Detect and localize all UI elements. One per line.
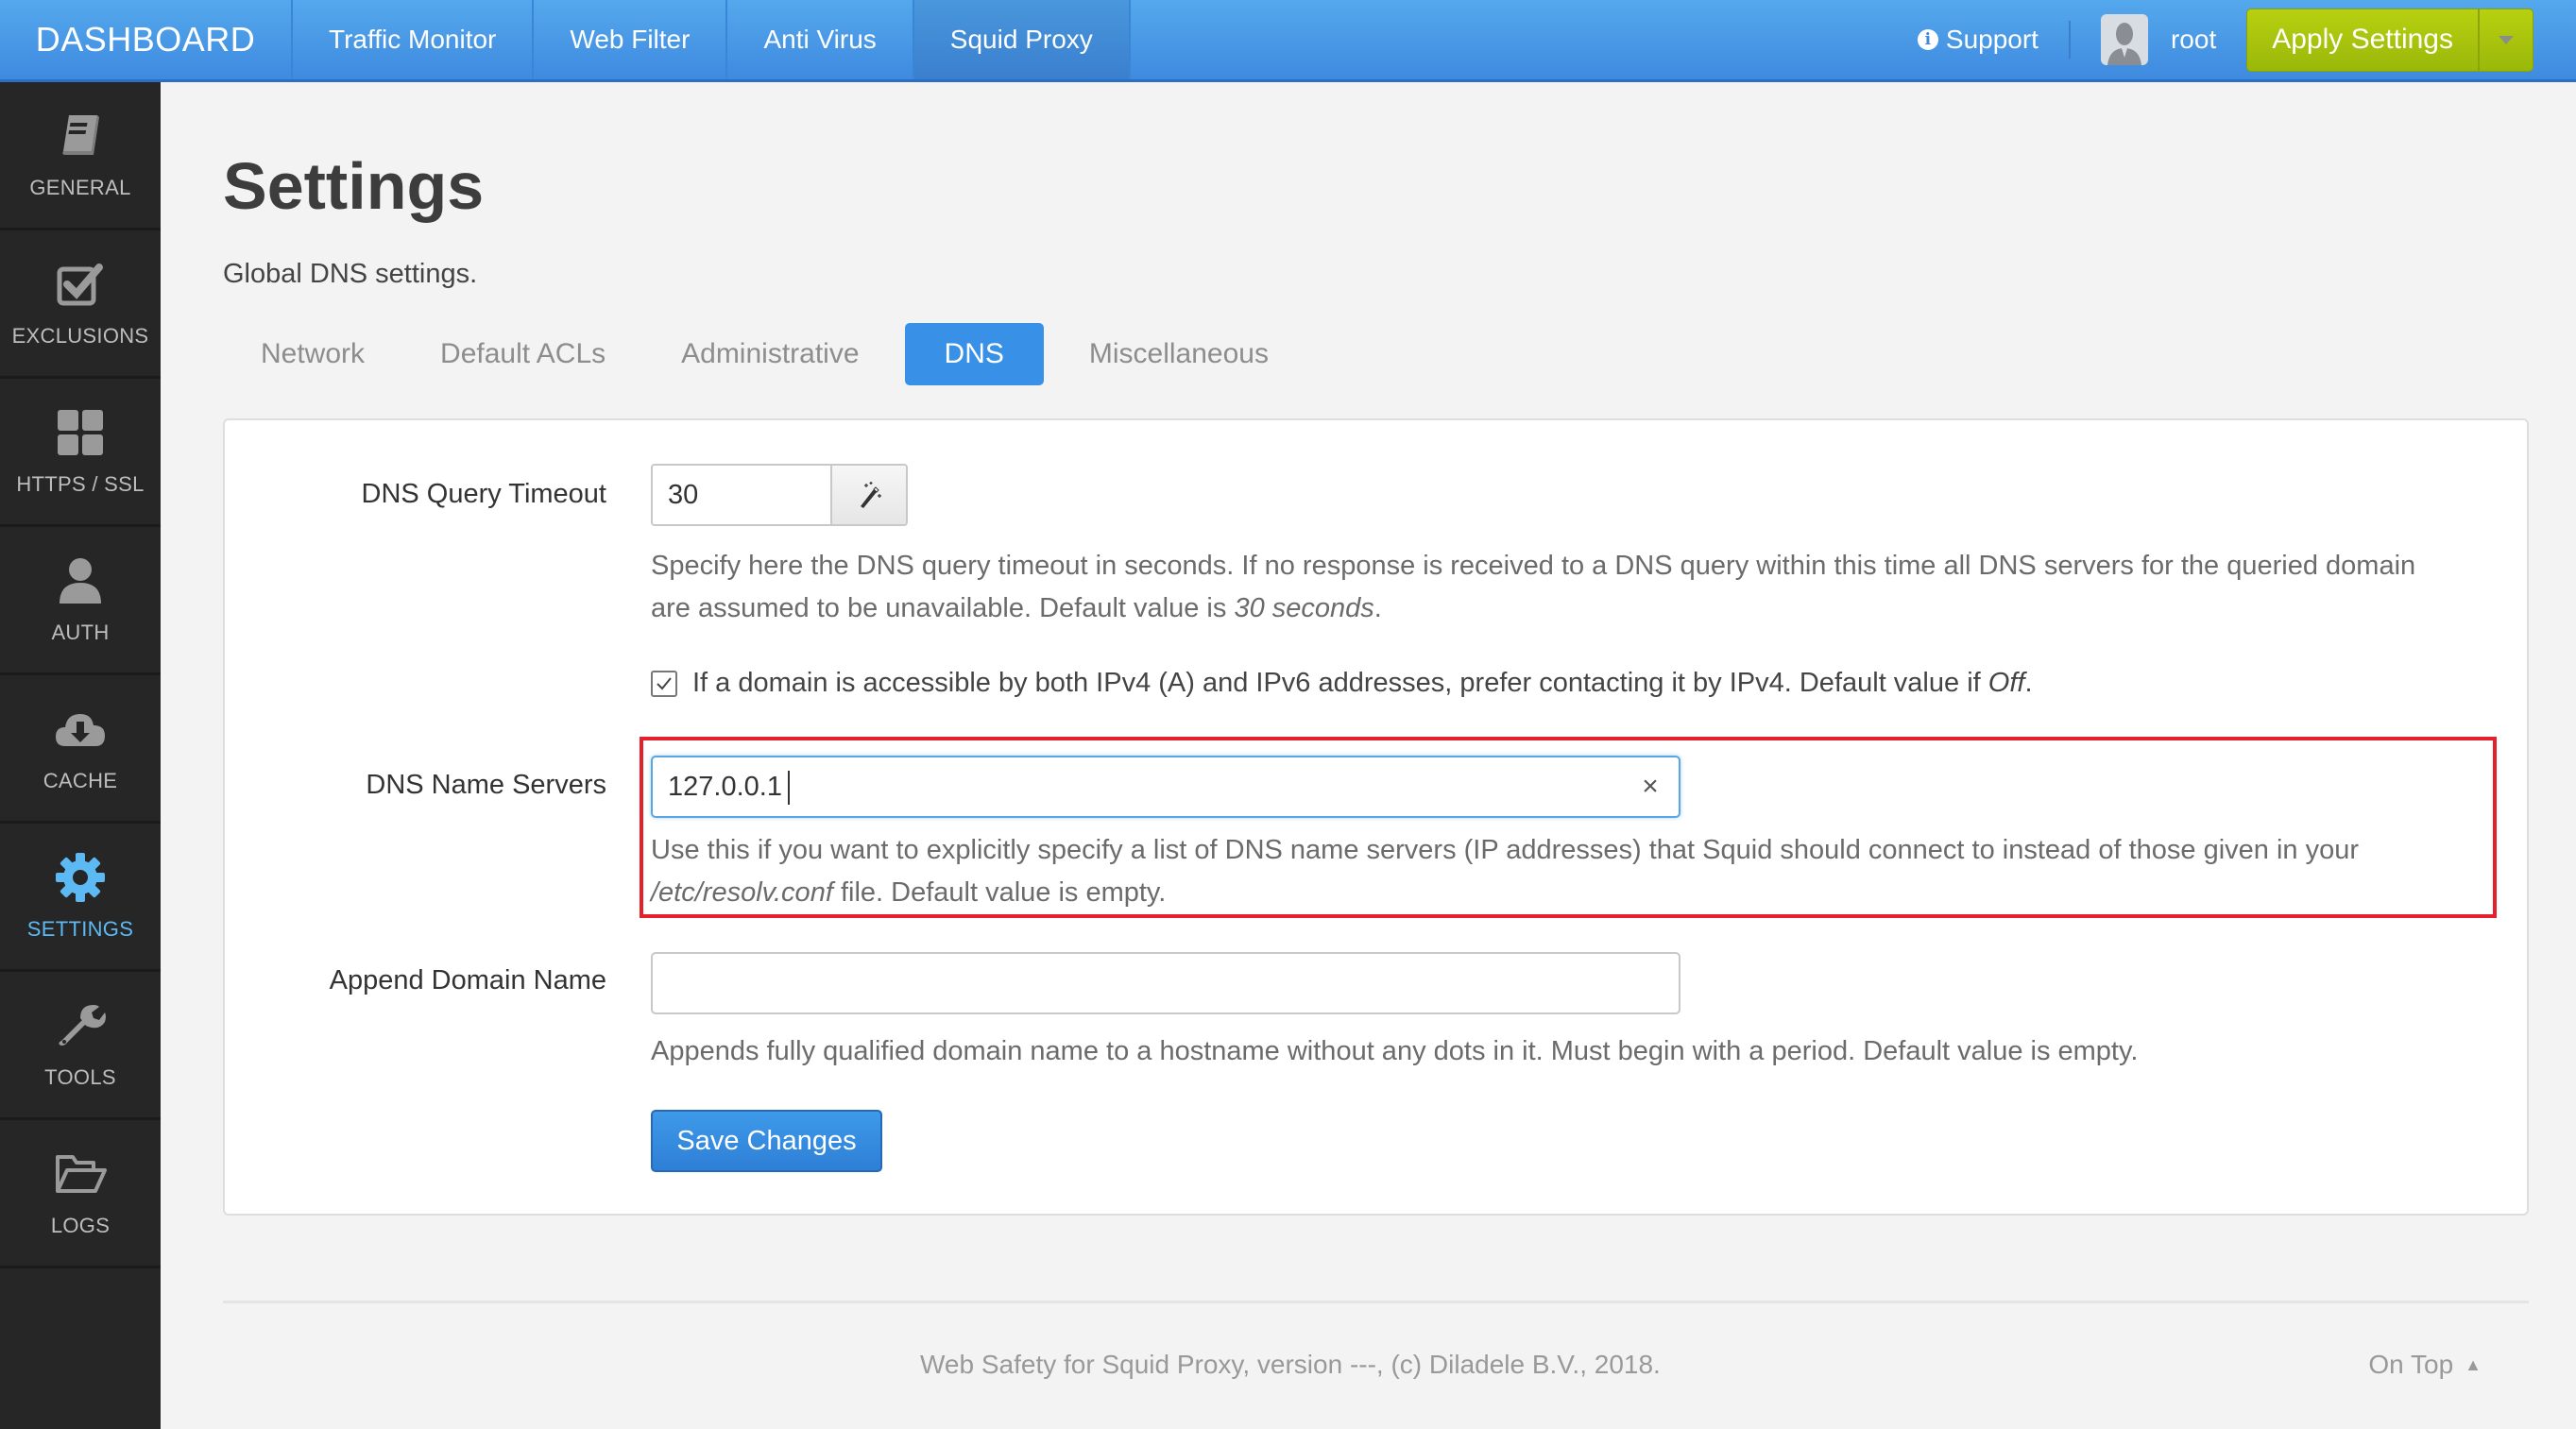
sidebar-label: GENERAL <box>29 176 131 199</box>
footer-divider <box>223 1301 2529 1303</box>
nav-web-filter[interactable]: Web Filter <box>534 0 728 79</box>
sidebar-label: AUTH <box>51 621 110 644</box>
sidebar-label: EXCLUSIONS <box>11 324 149 348</box>
check-icon <box>657 676 672 689</box>
apply-settings-button[interactable]: Apply Settings <box>2247 9 2478 71</box>
info-icon: i <box>1917 29 1938 50</box>
sidebar-label: HTTPS / SSL <box>16 472 145 496</box>
sidebar: GENERAL EXCLUSIONS HTTPS / SSL AUTH CACH… <box>0 82 161 1429</box>
support-link[interactable]: i Support <box>1917 25 2039 55</box>
dns-name-servers-label: DNS Name Servers <box>366 770 606 800</box>
tab-network[interactable]: Network <box>223 323 402 385</box>
page-title: Settings <box>223 149 485 223</box>
label-emphasis: Off <box>1987 668 2025 698</box>
nav-squid-proxy[interactable]: Squid Proxy <box>913 0 1131 79</box>
dns-query-timeout-group <box>651 464 908 526</box>
prefer-ipv4-checkbox[interactable] <box>651 670 677 697</box>
dns-name-servers-help: Use this if you want to explicitly speci… <box>651 829 2493 914</box>
page-subtitle: Global DNS settings. <box>223 259 478 289</box>
checkbox-icon <box>57 264 103 306</box>
book-icon <box>62 115 99 155</box>
label-text: If a domain is accessible by both IPv4 (… <box>692 668 1988 698</box>
dns-name-servers-input[interactable] <box>653 757 1622 816</box>
nav-traffic-monitor[interactable]: Traffic Monitor <box>293 0 535 79</box>
cloud-download-icon <box>56 714 105 746</box>
sidebar-item-settings[interactable]: SETTINGS <box>0 824 161 972</box>
prefer-ipv4-row: If a domain is accessible by both IPv4 (… <box>651 668 2033 699</box>
sidebar-item-cache[interactable]: CACHE <box>0 675 161 824</box>
tab-miscellaneous[interactable]: Miscellaneous <box>1051 323 1306 385</box>
help-emphasis: 30 seconds <box>1234 593 1374 623</box>
sidebar-label: CACHE <box>43 769 118 792</box>
reset-default-button[interactable] <box>830 466 906 524</box>
tab-administrative[interactable]: Administrative <box>643 323 896 385</box>
chevron-up-icon: ▲ <box>2465 1354 2482 1374</box>
save-changes-button[interactable]: Save Changes <box>651 1110 882 1172</box>
prefer-ipv4-label[interactable]: If a domain is accessible by both IPv4 (… <box>692 668 2033 699</box>
sidebar-label: LOGS <box>50 1214 111 1237</box>
on-top-label: On Top <box>2368 1350 2454 1379</box>
gear-icon <box>56 853 105 902</box>
user-icon <box>60 558 101 604</box>
help-emphasis: /etc/resolv.conf <box>651 877 833 908</box>
main-content: Settings Global DNS settings. Network De… <box>161 82 2576 1429</box>
footer-copyright: Web Safety for Squid Proxy, version ---,… <box>920 1350 1661 1379</box>
apply-settings-split-button: Apply Settings <box>2246 8 2533 72</box>
tab-default-acls[interactable]: Default ACLs <box>402 323 643 385</box>
dns-settings-panel: DNS Query Timeout Specify here the DNS q… <box>223 418 2529 1216</box>
sidebar-item-auth[interactable]: AUTH <box>0 527 161 675</box>
apply-settings-dropdown[interactable] <box>2478 9 2533 71</box>
sidebar-item-tools[interactable]: TOOLS <box>0 972 161 1120</box>
topbar-right: i Support root Apply Settings <box>1917 0 2576 79</box>
sidebar-item-exclusions[interactable]: EXCLUSIONS <box>0 230 161 379</box>
settings-tabs: Network Default ACLs Administrative DNS … <box>223 323 1306 385</box>
sidebar-label: TOOLS <box>44 1065 116 1089</box>
user-silhouette-icon <box>2107 23 2141 65</box>
label-text: . <box>2024 668 2033 698</box>
sidebar-item-general[interactable]: GENERAL <box>0 82 161 230</box>
tab-dns[interactable]: DNS <box>904 323 1044 385</box>
text-cursor <box>788 771 790 805</box>
sidebar-item-logs[interactable]: LOGS <box>0 1120 161 1268</box>
user-name[interactable]: root <box>2171 25 2216 55</box>
top-navbar: DASHBOARD Traffic Monitor Web Filter Ant… <box>0 0 2576 82</box>
dns-query-timeout-label: DNS Query Timeout <box>361 479 606 509</box>
append-domain-name-label: Append Domain Name <box>329 965 606 995</box>
append-domain-name-input[interactable] <box>651 952 1680 1014</box>
help-text: Specify here the DNS query timeout in se… <box>651 551 2416 623</box>
caret-down-icon <box>2499 35 2514 44</box>
append-domain-name-help: Appends fully qualified domain name to a… <box>651 1036 2139 1066</box>
help-text: Use this if you want to explicitly speci… <box>651 835 2360 865</box>
on-top-link[interactable]: On Top ▲ <box>2368 1350 2482 1380</box>
help-text: . <box>1373 593 1382 623</box>
dns-query-timeout-input[interactable] <box>653 466 830 524</box>
magic-wand-icon <box>861 482 881 508</box>
dns-name-servers-field: × <box>651 756 1680 818</box>
brand-logo[interactable]: DASHBOARD <box>0 0 293 79</box>
main-nav: Traffic Monitor Web Filter Anti Virus Sq… <box>293 0 1131 79</box>
topbar-divider <box>2068 21 2071 59</box>
clear-input-icon[interactable]: × <box>1622 771 1679 803</box>
grid-icon <box>58 410 103 455</box>
dns-query-timeout-help: Specify here the DNS query timeout in se… <box>651 545 2446 630</box>
sidebar-item-https-ssl[interactable]: HTTPS / SSL <box>0 379 161 527</box>
sidebar-label: SETTINGS <box>26 917 134 941</box>
help-text: file. Default value is empty. <box>832 877 1167 908</box>
avatar[interactable] <box>2100 14 2148 65</box>
support-label: Support <box>1945 25 2039 54</box>
folder-open-icon <box>56 1155 107 1193</box>
nav-anti-virus[interactable]: Anti Virus <box>727 0 914 79</box>
wrench-icon <box>59 1005 106 1046</box>
